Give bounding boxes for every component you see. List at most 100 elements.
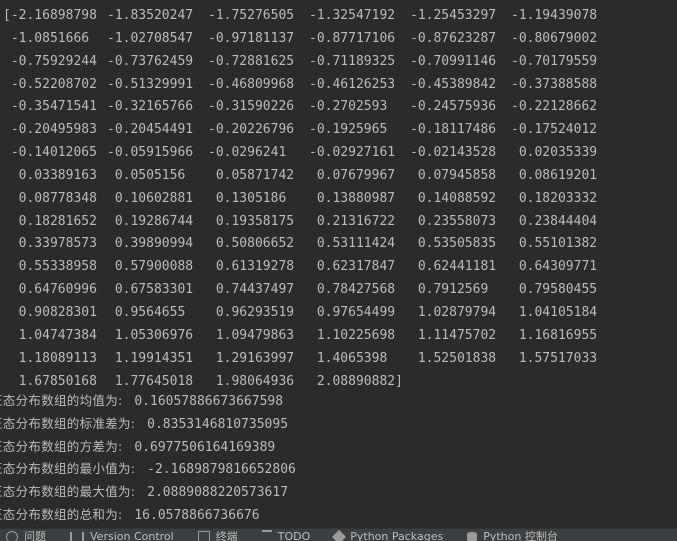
array-value: -0.20495983 xyxy=(3,122,97,138)
stat-line: 正态分布数组的均值为: 0.16057886673667598 xyxy=(0,390,296,413)
array-value: 0.08619201 xyxy=(511,167,598,183)
array-value: 0.18203332 xyxy=(511,190,598,206)
array-value: -0.31590226 xyxy=(208,99,295,115)
array-value: 0.55338958 xyxy=(3,259,97,275)
console-array-row: -0.75929244 -0.73762459 -0.72881625 -0.7118… xyxy=(3,51,612,74)
array-value: -0.87717106 xyxy=(309,30,396,46)
array-value: 0.19358175 xyxy=(208,213,295,229)
array-value: -0.35471541 xyxy=(3,99,97,115)
array-value: -0.37388588 xyxy=(511,76,598,92)
tab-version-control[interactable]: Version Control xyxy=(70,530,174,541)
array-value: 0.61319278 xyxy=(208,259,295,275)
array-value: 0.02035339 xyxy=(511,145,598,161)
array-value: -1.02708547 xyxy=(107,30,194,46)
tab-terminal-label: 终端 xyxy=(215,530,238,541)
array-value: 1.04747384 xyxy=(3,327,97,343)
array-value: [-2.16898798 xyxy=(3,8,97,23)
stats-output: 正态分布数组的均值为: 0.16057886673667598 正态分布数组的标准… xyxy=(0,390,296,527)
array-value: 0.23558073 xyxy=(410,213,497,229)
array-value: 0.7912569 xyxy=(410,282,497,298)
array-value: 0.67583301 xyxy=(107,282,194,298)
array-value: -0.46126253 xyxy=(309,76,396,92)
array-value: -1.75276505 xyxy=(208,8,295,23)
stat-label: 正态分布数组的标准差为: xyxy=(0,415,136,431)
array-value: 0.10602881 xyxy=(107,190,194,206)
array-value: -0.02927161 xyxy=(309,145,396,161)
console-array-row: -0.52208702 -0.51329991 -0.46809968 -0.4612… xyxy=(3,74,612,97)
run-console-output[interactable]: [-2.16898798 -1.83520247 -1.75276505 -1.325… xyxy=(0,0,677,528)
array-value: 0.05871742 xyxy=(208,167,295,183)
array-output: [-2.16898798 -1.83520247 -1.75276505 -1.325… xyxy=(3,5,612,393)
array-value: -1.83520247 xyxy=(107,8,194,23)
stat-value: 0.8353146810735095 xyxy=(147,416,289,432)
stat-line: 正态分布数组的最小值为: -2.1689879816652806 xyxy=(0,458,296,481)
array-value: 0.62441181 xyxy=(410,259,497,275)
array-value: -0.46809968 xyxy=(208,76,295,92)
array-value: -0.20226796 xyxy=(208,122,295,138)
tab-version-control-label: Version Control xyxy=(90,530,174,541)
array-value: -0.51329991 xyxy=(107,76,194,92)
array-value: 0.21316722 xyxy=(309,213,396,229)
array-value: -0.80679002 xyxy=(511,30,598,46)
stat-label: 正态分布数组的方差为: xyxy=(0,438,123,454)
tab-python-console[interactable]: Python 控制台 xyxy=(467,530,558,541)
stat-value: -2.1689879816652806 xyxy=(147,462,296,478)
array-value: 0.64760996 xyxy=(3,282,97,298)
console-array-row: 0.33978573 0.39890994 0.50806652 0.53111… xyxy=(3,233,612,256)
array-value: -0.02143528 xyxy=(410,145,497,161)
tab-problems[interactable]: 问题 xyxy=(6,530,46,541)
console-array-row: -0.20495983 -0.20454491 -0.20226796 -0.1925… xyxy=(3,119,612,142)
console-array-row: 0.18281652 0.19286744 0.19358175 0.21316… xyxy=(3,211,612,234)
array-value: -1.25453297 xyxy=(410,8,497,23)
array-value: -0.18117486 xyxy=(410,122,497,138)
tab-terminal[interactable]: 终端 xyxy=(197,530,238,541)
tab-python-packages[interactable]: Python Packages xyxy=(332,529,443,541)
stat-line: 正态分布数组的标准差为: 0.8353146810735095 xyxy=(0,413,296,436)
array-value: -0.2702593 xyxy=(309,99,396,115)
array-value: -0.70179559 xyxy=(511,53,598,69)
console-array-row: -0.35471541 -0.32165766 -0.31590226 -0.2702… xyxy=(3,96,612,119)
stat-value: 0.6977506164169389 xyxy=(134,439,276,455)
array-value: 0.18281652 xyxy=(3,213,97,229)
array-value: -0.52208702 xyxy=(3,76,97,92)
array-value: 0.0505156 xyxy=(107,167,194,183)
array-value: 0.53111424 xyxy=(309,236,396,252)
array-value: 0.78427568 xyxy=(309,282,396,298)
tab-todo-label: TODO xyxy=(277,530,311,541)
array-value: 1.11475702 xyxy=(410,327,497,343)
array-value: -0.70991146 xyxy=(410,53,497,69)
array-value: -0.24575936 xyxy=(410,99,497,115)
array-value: -0.17524012 xyxy=(511,122,598,138)
array-value: -0.22128662 xyxy=(511,99,598,115)
array-value: -0.72881625 xyxy=(208,53,295,69)
console-array-row: 0.03389163 0.0505156 0.05871742 0.076799… xyxy=(3,165,612,188)
console-array-row: 0.64760996 0.67583301 0.74437497 0.78427… xyxy=(3,279,612,302)
tab-todo[interactable]: TODO xyxy=(261,530,311,541)
console-array-row: -0.14012065 -0.05915966 -0.0296241 -0.0292… xyxy=(3,142,612,165)
array-value: -0.05915966 xyxy=(107,145,194,161)
array-value: -1.0851666 xyxy=(3,30,97,46)
array-value: 0.08778348 xyxy=(3,190,97,206)
stat-line: 正态分布数组的总和为: 16.0578866736676 xyxy=(0,504,296,527)
array-value: 1.29163997 xyxy=(208,350,295,366)
array-value: 0.64309771 xyxy=(511,259,598,275)
todo-icon xyxy=(261,530,272,541)
array-value: -0.97181137 xyxy=(208,30,295,46)
python-packages-icon xyxy=(332,529,347,541)
stat-label: 正态分布数组的均值为: xyxy=(0,393,123,408)
stat-line: 正态分布数组的最大值为: 2.0889088220573617 xyxy=(0,481,296,504)
array-value: 0.23844404 xyxy=(511,213,598,229)
stat-value: 2.0889088220573617 xyxy=(147,485,289,501)
array-value: -0.20454491 xyxy=(107,122,194,138)
array-value: 0.07945858 xyxy=(410,167,497,183)
stat-label: 正态分布数组的总和为: xyxy=(0,506,123,522)
array-value: 0.50806652 xyxy=(208,236,295,252)
array-value: -1.19439078 xyxy=(511,8,598,23)
array-value: -0.71189325 xyxy=(309,53,396,69)
array-value: -0.14012065 xyxy=(3,145,97,161)
tab-python-console-label: Python 控制台 xyxy=(483,530,558,541)
array-value: 0.62317847 xyxy=(309,259,396,275)
array-value: 0.90828301 xyxy=(3,304,97,320)
array-value: 1.52501838 xyxy=(410,350,497,366)
tab-problems-label: 问题 xyxy=(24,530,46,541)
